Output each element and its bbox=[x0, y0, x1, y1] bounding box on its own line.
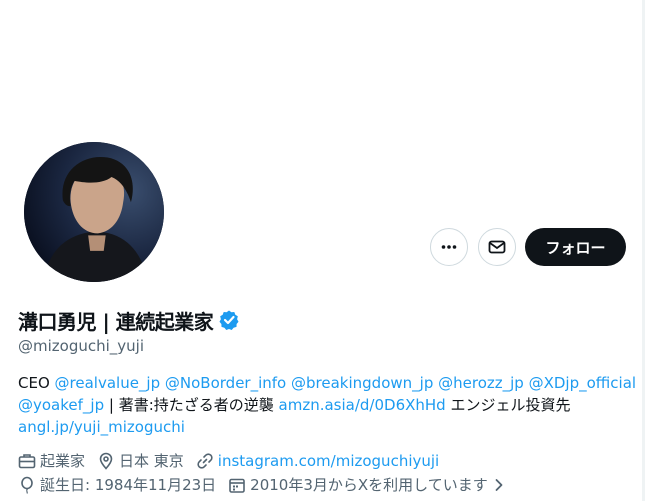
mention-link[interactable]: @NoBorder_info bbox=[165, 374, 286, 392]
bio-line-1: CEO @realvalue_jp @NoBorder_info @breaki… bbox=[18, 372, 636, 394]
profile-name-row: 溝口勇児 | 連続起業家 bbox=[18, 306, 240, 334]
calendar-icon bbox=[229, 478, 245, 493]
avatar[interactable] bbox=[22, 140, 166, 284]
website-item[interactable]: instagram.com/mizoguchiyuji bbox=[196, 452, 439, 470]
url-link[interactable]: angl.jp/yuji_mizoguchi bbox=[18, 418, 185, 436]
profile-meta-row-2: 誕生日: 1984年11月23日 2010年3月からXを利用しています bbox=[18, 474, 518, 495]
profile-meta-row-1: 起業家 日本 東京 instagram.com/mizoguchiyuji bbox=[18, 450, 451, 471]
more-icon bbox=[441, 245, 457, 249]
location-text: 日本 東京 bbox=[119, 452, 184, 470]
category-text: 起業家 bbox=[40, 452, 86, 470]
balloon-icon bbox=[21, 476, 33, 494]
bio-line-2: @yoakef_jp | 著書:持たざる者の逆襲 amzn.asia/d/0D6… bbox=[18, 394, 633, 416]
link-icon bbox=[197, 452, 213, 469]
mention-link[interactable]: @realvalue_jp bbox=[55, 374, 161, 392]
mail-icon bbox=[488, 240, 506, 254]
mention-link[interactable]: @XDjp_official bbox=[529, 374, 636, 392]
bio-text: | 著書:持たざる者の逆襲 bbox=[104, 396, 279, 414]
location-pin-icon bbox=[99, 452, 113, 470]
more-options-button[interactable] bbox=[430, 228, 468, 266]
website-link[interactable]: instagram.com/mizoguchiyuji bbox=[218, 452, 439, 470]
bio-text: エンジェル投資先 bbox=[445, 396, 571, 414]
bio-text: CEO bbox=[18, 374, 55, 392]
message-button[interactable] bbox=[478, 228, 516, 266]
verified-badge-icon[interactable] bbox=[218, 309, 240, 331]
bio-line-3: angl.jp/yuji_mizoguchi bbox=[18, 416, 633, 438]
mention-link[interactable]: @yoakef_jp bbox=[18, 396, 104, 414]
profile-bio: CEO @realvalue_jp @NoBorder_info @breaki… bbox=[18, 372, 636, 438]
chevron-right-icon bbox=[495, 478, 503, 491]
location-item: 日本 東京 bbox=[97, 450, 184, 471]
user-handle: @mizoguchi_yuji bbox=[18, 337, 144, 355]
birthday-text: 誕生日: 1984年11月23日 bbox=[40, 476, 217, 494]
url-link[interactable]: amzn.asia/d/0D6XhHd bbox=[279, 396, 446, 414]
category-item: 起業家 bbox=[18, 450, 85, 471]
mention-link[interactable]: @breakingdown_jp bbox=[291, 374, 433, 392]
joined-text: 2010年3月からXを利用しています bbox=[250, 476, 488, 494]
birthday-item: 誕生日: 1984年11月23日 bbox=[18, 474, 216, 495]
follow-button[interactable]: フォロー bbox=[525, 228, 626, 266]
mention-link[interactable]: @herozz_jp bbox=[438, 374, 524, 392]
display-name: 溝口勇児 | 連続起業家 bbox=[18, 309, 214, 334]
briefcase-icon bbox=[18, 453, 36, 468]
avatar-photo bbox=[24, 142, 164, 282]
joined-item[interactable]: 2010年3月からXを利用しています bbox=[228, 474, 506, 495]
